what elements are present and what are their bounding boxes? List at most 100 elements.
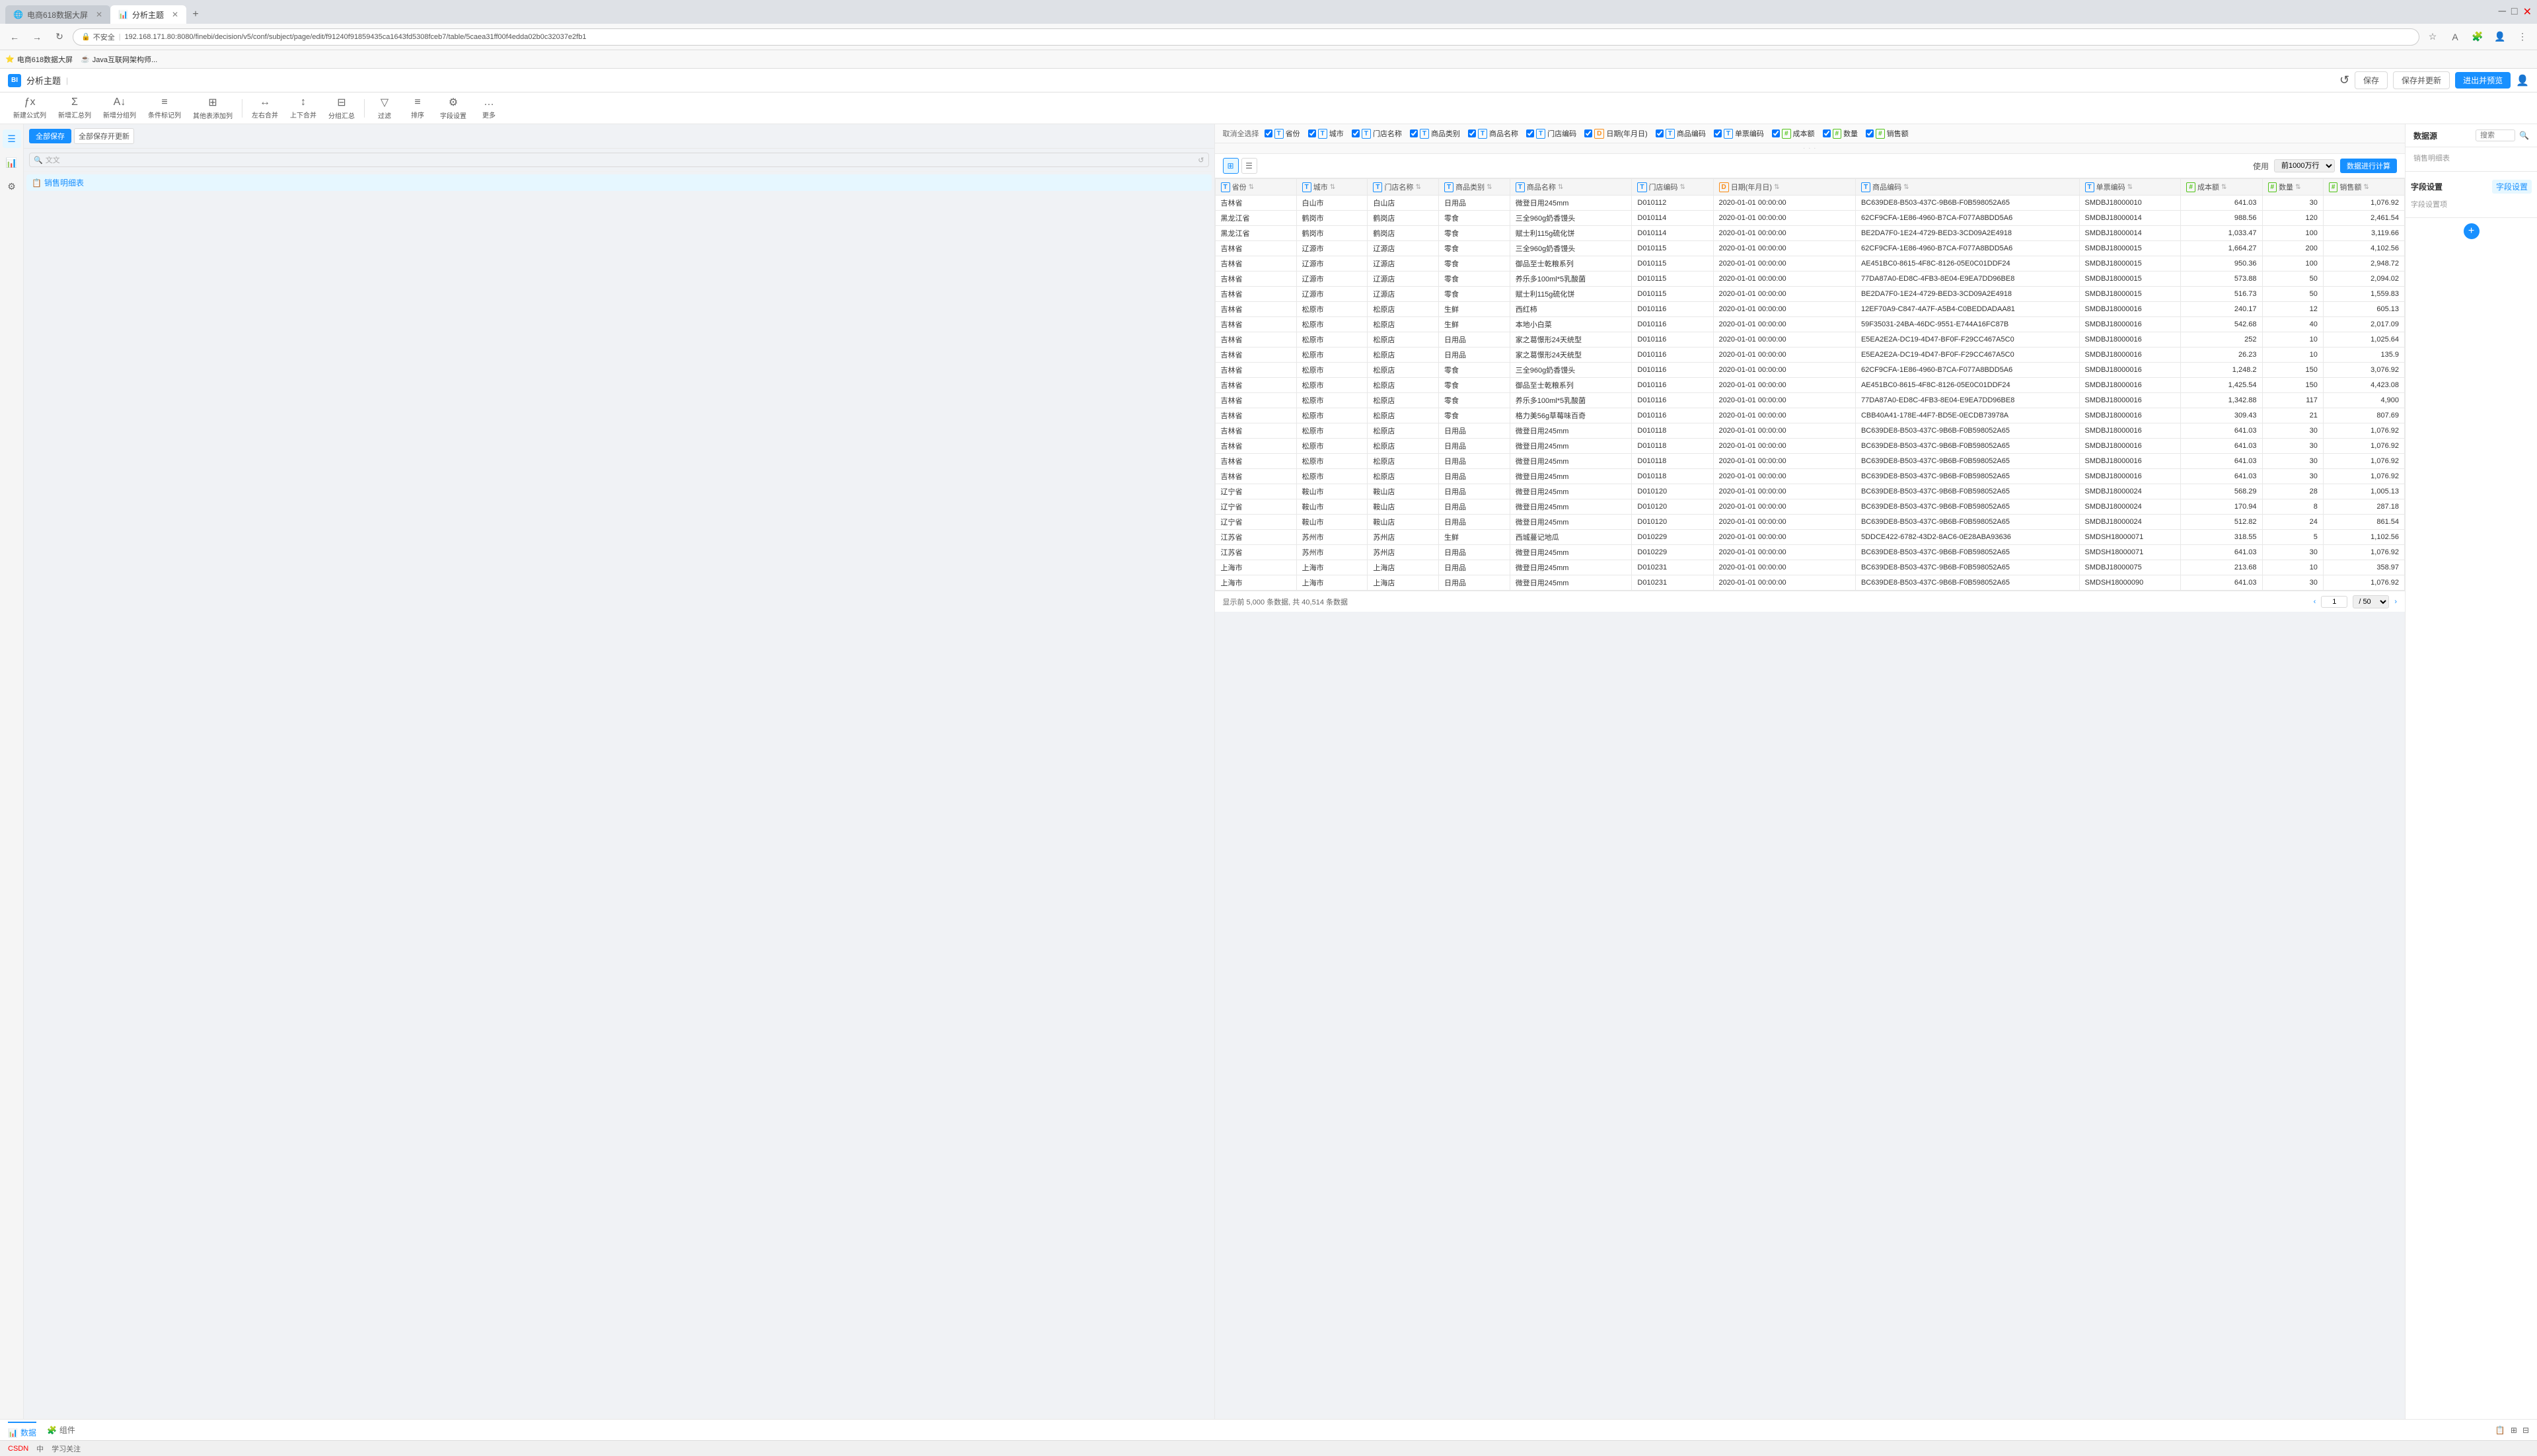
store-name-checkbox[interactable]	[1352, 129, 1360, 137]
col-product-code-header[interactable]: T 商品编码 ⇅	[1855, 179, 2079, 196]
calculate-button[interactable]: 数据进行计算	[2340, 159, 2397, 173]
header-refresh-icon[interactable]: ↺	[2339, 73, 2349, 87]
field-date[interactable]: D 日期(年月日)	[1582, 127, 1650, 140]
field-product-code[interactable]: T 商品编码	[1653, 127, 1709, 140]
field-province[interactable]: T 省份	[1262, 127, 1303, 140]
up-merge-button[interactable]: ↕ 上下合并	[285, 94, 322, 122]
right-search-input[interactable]	[2476, 129, 2515, 141]
col-cost-header[interactable]: # 成本额 ⇅	[2181, 179, 2262, 196]
tab-ecommerce[interactable]: 🌐 电商618数据大屏 ✕	[5, 5, 110, 24]
component-tab-bottom[interactable]: 🧩 组件	[47, 1424, 75, 1436]
page-number-input[interactable]	[2321, 596, 2347, 608]
list-view-button[interactable]: ☰	[1241, 158, 1257, 174]
filter-button[interactable]: ▽ 过滤	[369, 93, 400, 123]
more-button[interactable]: … 更多	[473, 94, 505, 122]
cost-sort-icon[interactable]: ⇅	[2221, 184, 2226, 191]
province-checkbox[interactable]	[1265, 129, 1272, 137]
settings-tool-icon[interactable]: ⚙	[3, 177, 21, 196]
tab-close-btn2[interactable]: ✕	[172, 10, 178, 19]
left-merge-button[interactable]: ↔ 左右合并	[246, 94, 283, 122]
save-button[interactable]: 保存	[2355, 71, 2388, 89]
col-store-header[interactable]: T 门店名称 ⇅	[1368, 179, 1439, 196]
component-tool-icon[interactable]: 📊	[3, 153, 21, 172]
city-sort-icon[interactable]: ⇅	[1330, 184, 1335, 191]
field-settings-button[interactable]: ⚙ 字段设置	[435, 93, 472, 123]
product-code-sort-icon[interactable]: ⇅	[1903, 184, 1909, 191]
city-checkbox[interactable]	[1308, 129, 1316, 137]
field-product-name[interactable]: T 商品名称	[1465, 127, 1521, 140]
all-save-update-button[interactable]: 全部保存开更新	[74, 128, 134, 144]
unit-price-code-sort-icon[interactable]: ⇅	[2127, 184, 2133, 191]
grid-view-button[interactable]: ⊞	[1223, 158, 1239, 174]
cost-checkbox[interactable]	[1772, 129, 1780, 137]
unit-price-code-checkbox[interactable]	[1714, 129, 1722, 137]
page-size-select[interactable]: / 50 / 100 / 200	[2353, 595, 2389, 608]
save-update-button[interactable]: 保存并更新	[2393, 71, 2450, 89]
app-nav-analysis[interactable]: 分析主题	[26, 74, 61, 87]
rows-select[interactable]: 前1000万行 前100万行 前10万行	[2274, 159, 2335, 172]
col-unit-price-code-header[interactable]: T 单票编码 ⇅	[2079, 179, 2181, 196]
page-prev-icon[interactable]: ‹	[2314, 598, 2316, 606]
date-checkbox[interactable]	[1584, 129, 1592, 137]
search-icon-right[interactable]: 🔍	[2519, 131, 2529, 140]
quantity-checkbox[interactable]	[1823, 129, 1831, 137]
refresh-small-icon[interactable]: ↺	[1198, 156, 1204, 164]
store-sort-icon[interactable]: ⇅	[1415, 184, 1420, 191]
group-agg-button[interactable]: ⊟ 分组汇总	[323, 93, 360, 123]
address-input[interactable]: 🔒 不安全 | 192.168.171.80:8080/finebi/decis…	[73, 28, 2419, 46]
col-product-name-header[interactable]: T 商品名称 ⇅	[1510, 179, 1632, 196]
tab-analysis[interactable]: 📊 分析主题 ✕	[110, 5, 186, 24]
translate-icon[interactable]: A	[2446, 28, 2464, 46]
col-quantity-header[interactable]: # 数量 ⇅	[2262, 179, 2323, 196]
new-formula-button[interactable]: ƒx 新建公式列	[8, 94, 52, 122]
sort-button[interactable]: ≡ 排序	[402, 94, 433, 122]
table-scroll-container[interactable]: T 省份 ⇅ T 城市 ⇅	[1215, 178, 2406, 591]
province-sort-icon[interactable]: ⇅	[1249, 184, 1254, 191]
product-code-checkbox[interactable]	[1656, 129, 1664, 137]
maximize-button[interactable]: □	[2511, 6, 2518, 18]
product-type-sort-icon[interactable]: ⇅	[1487, 184, 1492, 191]
add-icon-btn[interactable]: +	[2464, 223, 2480, 239]
new-groupby-button[interactable]: A↓ 新增分组列	[98, 94, 141, 122]
preview-button[interactable]: 进出并预览	[2455, 72, 2511, 89]
col-sales-header[interactable]: # 销售额 ⇅	[2323, 179, 2404, 196]
col-product-type-header[interactable]: T 商品类别 ⇅	[1439, 179, 1510, 196]
other-add-button[interactable]: ⊞ 其他表添加列	[188, 93, 238, 123]
tab-close-btn[interactable]: ✕	[96, 10, 102, 19]
product-type-checkbox[interactable]	[1410, 129, 1418, 137]
product-name-sort-icon[interactable]: ⇅	[1558, 184, 1563, 191]
col-store-code-header[interactable]: T 门店编码 ⇅	[1632, 179, 1713, 196]
data-tool-icon[interactable]: ☰	[3, 129, 21, 148]
store-code-sort-icon[interactable]: ⇅	[1680, 184, 1685, 191]
product-name-checkbox[interactable]	[1468, 129, 1476, 137]
new-aggregate-button[interactable]: Σ 新增汇总列	[53, 94, 96, 122]
page-next-icon[interactable]: ›	[2394, 598, 2397, 606]
all-save-button[interactable]: 全部保存	[29, 129, 71, 143]
sales-table-item[interactable]: 📋 销售明细表	[26, 174, 1212, 191]
extensions-icon[interactable]: 🧩	[2468, 28, 2487, 46]
close-window-button[interactable]: ✕	[2523, 5, 2532, 18]
condition-col-button[interactable]: ≡ 条件标记列	[143, 94, 186, 122]
menu-icon[interactable]: ⋮	[2513, 28, 2532, 46]
col-province-header[interactable]: T 省份 ⇅	[1215, 179, 1296, 196]
bookmark-java[interactable]: ☕ Java互联网架构师...	[81, 54, 157, 65]
field-sales[interactable]: # 销售额	[1863, 127, 1911, 140]
field-cost[interactable]: # 成本额	[1769, 127, 1818, 140]
field-settings-active-badge[interactable]: 字段设置	[2492, 180, 2532, 194]
field-product-type[interactable]: T 商品类别	[1407, 127, 1463, 140]
quantity-sort-icon[interactable]: ⇅	[2295, 184, 2300, 191]
col-city-header[interactable]: T 城市 ⇅	[1296, 179, 1368, 196]
forward-button[interactable]: →	[28, 28, 46, 46]
back-button[interactable]: ←	[5, 28, 24, 46]
new-tab-button[interactable]: +	[186, 5, 205, 24]
store-code-checkbox[interactable]	[1526, 129, 1534, 137]
profile-icon[interactable]: 👤	[2491, 28, 2509, 46]
data-tab-bottom[interactable]: 📊 数据	[8, 1422, 36, 1438]
sales-checkbox[interactable]	[1866, 129, 1874, 137]
field-city[interactable]: T 城市	[1305, 127, 1346, 140]
bookmark-star-icon[interactable]: ☆	[2423, 28, 2442, 46]
field-unit-price-code[interactable]: T 单票编码	[1711, 127, 1767, 140]
field-store-name[interactable]: T 门店名称	[1349, 127, 1405, 140]
refresh-button[interactable]: ↻	[50, 28, 69, 46]
minimize-button[interactable]: ─	[2499, 6, 2506, 18]
